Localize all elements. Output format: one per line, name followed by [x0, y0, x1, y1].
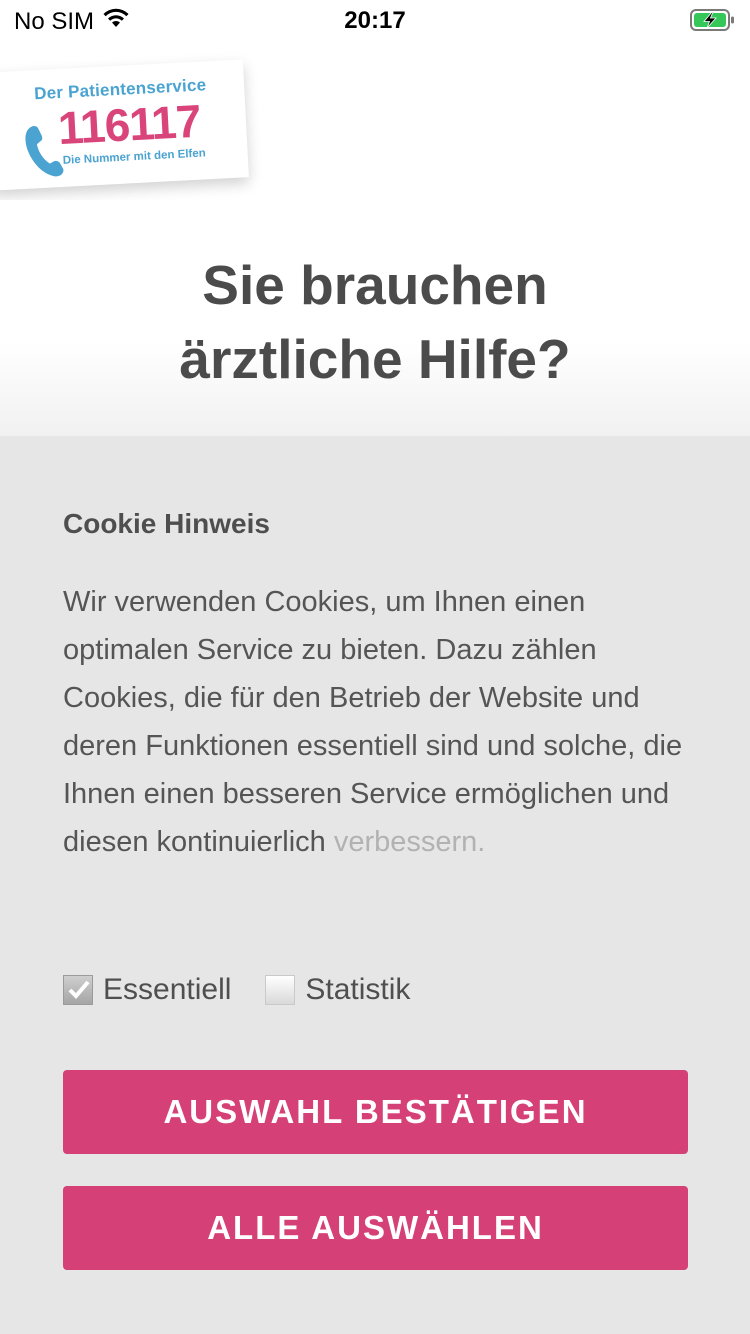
cookie-title: Cookie Hinweis — [63, 508, 270, 539]
headline-line-2: ärztliche Hilfe? — [179, 328, 571, 390]
cookie-banner: Cookie Hinweis Wir verwenden Cookies, um… — [0, 436, 750, 1334]
statistik-label: Statistik — [305, 973, 411, 1006]
screen: No SIM 20:17 Der Patientenservice 116117… — [0, 0, 750, 1334]
cookie-text-faded: verbessern. — [333, 826, 486, 858]
essentiell-label: Essentiell — [103, 973, 232, 1006]
battery-charging-icon — [690, 8, 736, 39]
option-statistik[interactable]: Statistik — [265, 973, 410, 1007]
essentiell-checkbox[interactable] — [63, 975, 93, 1005]
cookie-description: Wir verwenden Cookies, um Ihnen einen op… — [63, 578, 693, 866]
cookie-options: Essentiell Statistik — [63, 970, 444, 1010]
hero-section: Sie brauchen ärztliche Hilfe? — [0, 200, 750, 436]
status-bar: No SIM 20:17 — [0, 0, 750, 40]
statistik-checkbox[interactable] — [265, 975, 296, 1005]
cookie-text-main: Wir verwenden Cookies, um Ihnen einen op… — [63, 586, 683, 858]
checkmark-icon — [68, 980, 90, 999]
page-headline: Sie brauchen ärztliche Hilfe? — [0, 248, 750, 396]
select-all-button[interactable]: ALLE AUSWÄHLEN — [63, 1186, 688, 1270]
clock: 20:17 — [344, 7, 406, 34]
confirm-selection-button[interactable]: AUSWAHL BESTÄTIGEN — [63, 1070, 688, 1154]
option-essentiell[interactable]: Essentiell — [63, 973, 231, 1007]
logo[interactable]: Der Patientenservice 116117 Die Nummer m… — [0, 59, 249, 191]
headline-line-1: Sie brauchen — [202, 254, 548, 316]
logo-number: 116117 — [56, 94, 202, 155]
